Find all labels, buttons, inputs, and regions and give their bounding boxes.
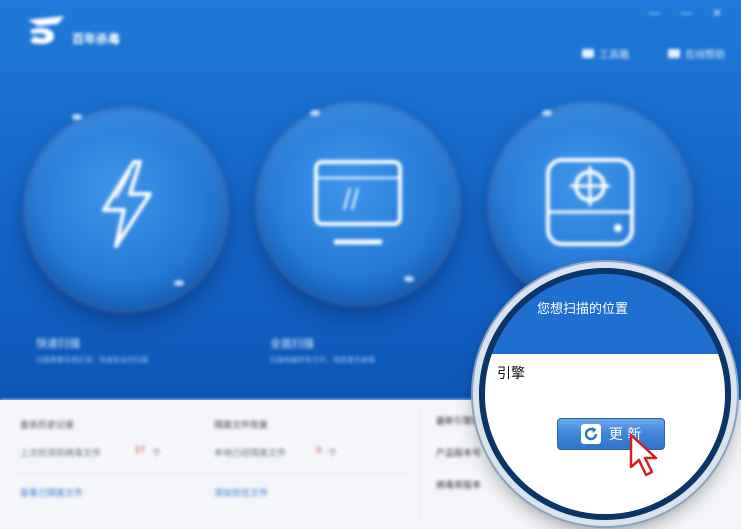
quick-scan-label: 快速扫描 — [36, 337, 80, 350]
restore-unit: 个 — [328, 449, 338, 459]
history-count: 37 — [134, 446, 146, 456]
highlight-dot — [542, 110, 552, 116]
restore-count: 0 — [316, 446, 322, 456]
highlight-dot — [174, 280, 184, 286]
virusdb-version-label: 病毒库版本 — [436, 481, 482, 491]
full-scan-label: 全面扫描 — [270, 337, 314, 350]
history-unit: 个 — [152, 449, 162, 459]
pointer-cursor-icon — [629, 433, 658, 477]
monitor-icon — [314, 160, 402, 245]
quick-scan-button[interactable] — [26, 110, 226, 310]
restore-title: 隔离文件恢复 — [214, 421, 269, 431]
dialog-title: 您想扫描的位置 — [537, 302, 629, 317]
magnifier-callout: 您想扫描的位置 引擎 更 新 — [479, 268, 731, 520]
toolbox-icon — [582, 49, 594, 58]
quick-scan-desc: 扫描重要系统区域，快速安全的扫描 — [36, 356, 148, 364]
close-button[interactable]: ✕ — [712, 6, 722, 20]
history-title: 查杀历史记录 — [20, 421, 75, 431]
minimize-button[interactable]: — — [680, 6, 692, 20]
view-quarantine-link[interactable]: 查看已隔离文件 — [20, 486, 83, 499]
highlight-dot — [310, 110, 320, 116]
highlight-dot — [72, 114, 82, 120]
disk-target-icon — [546, 158, 634, 246]
chat-icon — [668, 49, 680, 58]
lightning-icon — [102, 160, 152, 248]
add-trusted-link[interactable]: 添加信任文件 — [214, 486, 268, 499]
divider — [420, 408, 421, 520]
app-logo-icon — [28, 16, 64, 44]
highlight-dot — [404, 276, 414, 282]
app-title: 百年杀毒 — [72, 32, 121, 46]
restore-line: 本地已经隔离文件 — [214, 449, 287, 459]
history-line: 上次检测到病毒文件 — [20, 449, 102, 459]
refresh-icon — [580, 424, 601, 444]
minimize-skin-button[interactable]: — — [648, 6, 660, 20]
help-link[interactable]: 在线帮助 — [668, 46, 725, 61]
full-scan-button[interactable] — [258, 104, 458, 304]
full-scan-desc: 扫描电脑所有文件，彻底查杀病毒 — [270, 356, 375, 364]
product-version-label: 产品版本号 — [436, 449, 482, 459]
divider — [16, 474, 408, 475]
toolbox-link[interactable]: 工具箱 — [582, 46, 629, 61]
engine-label: 引擎 — [497, 366, 525, 382]
